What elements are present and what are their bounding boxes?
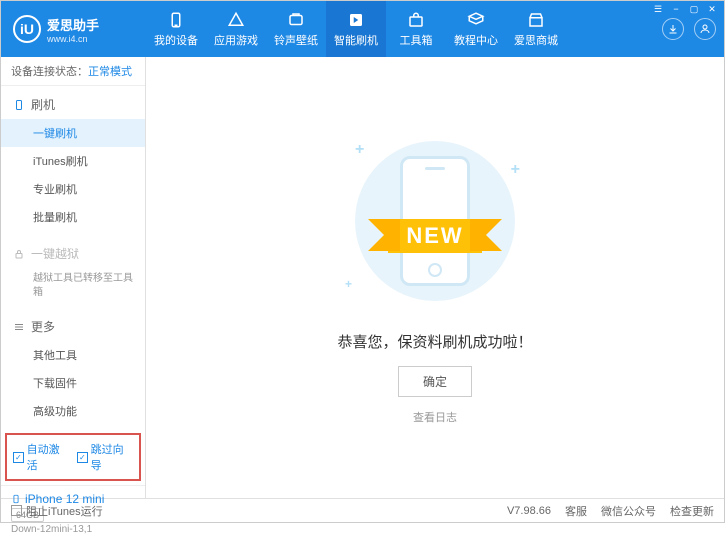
store-icon [527, 11, 545, 29]
toolbox-icon [407, 11, 425, 29]
logo: iU 爱思助手 www.i4.cn [1, 15, 146, 44]
nav-ringtones[interactable]: 铃声壁纸 [266, 1, 326, 57]
block-itunes-label: 阻止iTunes运行 [26, 503, 103, 519]
window-controls: ☰ − ▢ ✕ [650, 3, 720, 15]
phone-icon [13, 99, 25, 111]
ringtone-icon [287, 11, 305, 29]
section-label: 更多 [31, 318, 55, 335]
header-actions [662, 18, 724, 40]
nav-label: 爱思商城 [514, 32, 558, 48]
nav-smart-flash[interactable]: 智能刷机 [326, 1, 386, 57]
confirm-button[interactable]: 确定 [398, 366, 472, 397]
section-label: 一键越狱 [31, 245, 79, 262]
success-message: 恭喜您，保资料刷机成功啦！ [337, 331, 532, 352]
app-url: www.i4.cn [47, 34, 99, 44]
tutorial-icon [467, 11, 485, 29]
check-update-link[interactable]: 检查更新 [670, 503, 714, 519]
nav-tutorials[interactable]: 教程中心 [446, 1, 506, 57]
main-content: + + + NEW 恭喜您，保资料刷机成功啦！ 确定 查看日志 [146, 57, 724, 498]
nav-label: 智能刷机 [334, 32, 378, 48]
nav-label: 教程中心 [454, 32, 498, 48]
section-jailbreak[interactable]: 一键越狱 [1, 239, 145, 268]
maximize-icon[interactable]: ▢ [686, 3, 702, 15]
nav-label: 应用游戏 [214, 32, 258, 48]
sidebar-item-itunes-flash[interactable]: iTunes刷机 [1, 147, 145, 175]
nav-store[interactable]: 爱思商城 [506, 1, 566, 57]
checkbox-icon [11, 505, 22, 516]
menu-lines-icon [13, 321, 25, 333]
close-icon[interactable]: ✕ [704, 3, 720, 15]
checkbox-skip-guide[interactable]: ✓ 跳过向导 [77, 441, 133, 473]
success-illustration: + + + NEW [325, 131, 545, 311]
checkbox-auto-activate[interactable]: ✓ 自动激活 [13, 441, 69, 473]
app-title: 爱思助手 [47, 15, 99, 34]
flash-icon [347, 11, 365, 29]
customer-service-link[interactable]: 客服 [565, 503, 587, 519]
check-label: 跳过向导 [91, 441, 133, 473]
sidebar-item-advanced[interactable]: 高级功能 [1, 397, 145, 425]
sidebar-item-oneclick-flash[interactable]: 一键刷机 [1, 119, 145, 147]
status-value: 正常模式 [88, 66, 132, 78]
lock-icon [13, 248, 25, 260]
sidebar: 设备连接状态：正常模式 刷机 一键刷机 iTunes刷机 专业刷机 批量刷机 一… [1, 57, 146, 498]
checkbox-icon: ✓ [77, 452, 88, 463]
device-icon [167, 11, 185, 29]
nav-label: 工具箱 [400, 32, 433, 48]
nav-label: 我的设备 [154, 32, 198, 48]
section-flash[interactable]: 刷机 [1, 90, 145, 119]
apps-icon [227, 11, 245, 29]
sidebar-item-pro-flash[interactable]: 专业刷机 [1, 175, 145, 203]
nav-label: 铃声壁纸 [274, 32, 318, 48]
section-label: 刷机 [31, 96, 55, 113]
top-nav: 我的设备 应用游戏 铃声壁纸 智能刷机 工具箱 教程中心 爱思商城 [146, 1, 662, 57]
user-icon [699, 23, 711, 35]
wechat-link[interactable]: 微信公众号 [601, 503, 656, 519]
download-icon [667, 23, 679, 35]
user-button[interactable] [694, 18, 716, 40]
download-button[interactable] [662, 18, 684, 40]
nav-apps[interactable]: 应用游戏 [206, 1, 266, 57]
minimize-icon[interactable]: − [668, 3, 684, 15]
version-label: V7.98.66 [507, 505, 551, 517]
device-firmware: Down-12mini-13,1 [11, 524, 135, 535]
section-more[interactable]: 更多 [1, 312, 145, 341]
view-log-link[interactable]: 查看日志 [413, 409, 457, 425]
block-itunes-checkbox[interactable]: 阻止iTunes运行 [11, 503, 103, 519]
status-label: 设备连接状态： [11, 66, 88, 78]
checkbox-icon: ✓ [13, 452, 24, 463]
sidebar-item-download-firmware[interactable]: 下载固件 [1, 369, 145, 397]
title-bar: ☰ − ▢ ✕ iU 爱思助手 www.i4.cn 我的设备 应用游戏 铃声壁纸… [1, 1, 724, 57]
new-ribbon: NEW [388, 219, 481, 253]
logo-icon: iU [13, 15, 41, 43]
connection-status: 设备连接状态：正常模式 [1, 57, 145, 86]
check-label: 自动激活 [27, 441, 69, 473]
sidebar-item-other-tools[interactable]: 其他工具 [1, 341, 145, 369]
nav-my-device[interactable]: 我的设备 [146, 1, 206, 57]
menu-icon[interactable]: ☰ [650, 3, 666, 15]
sidebar-item-batch-flash[interactable]: 批量刷机 [1, 203, 145, 231]
option-checks-highlight: ✓ 自动激活 ✓ 跳过向导 [5, 433, 141, 481]
nav-toolbox[interactable]: 工具箱 [386, 1, 446, 57]
jailbreak-note: 越狱工具已转移至工具箱 [1, 268, 145, 304]
